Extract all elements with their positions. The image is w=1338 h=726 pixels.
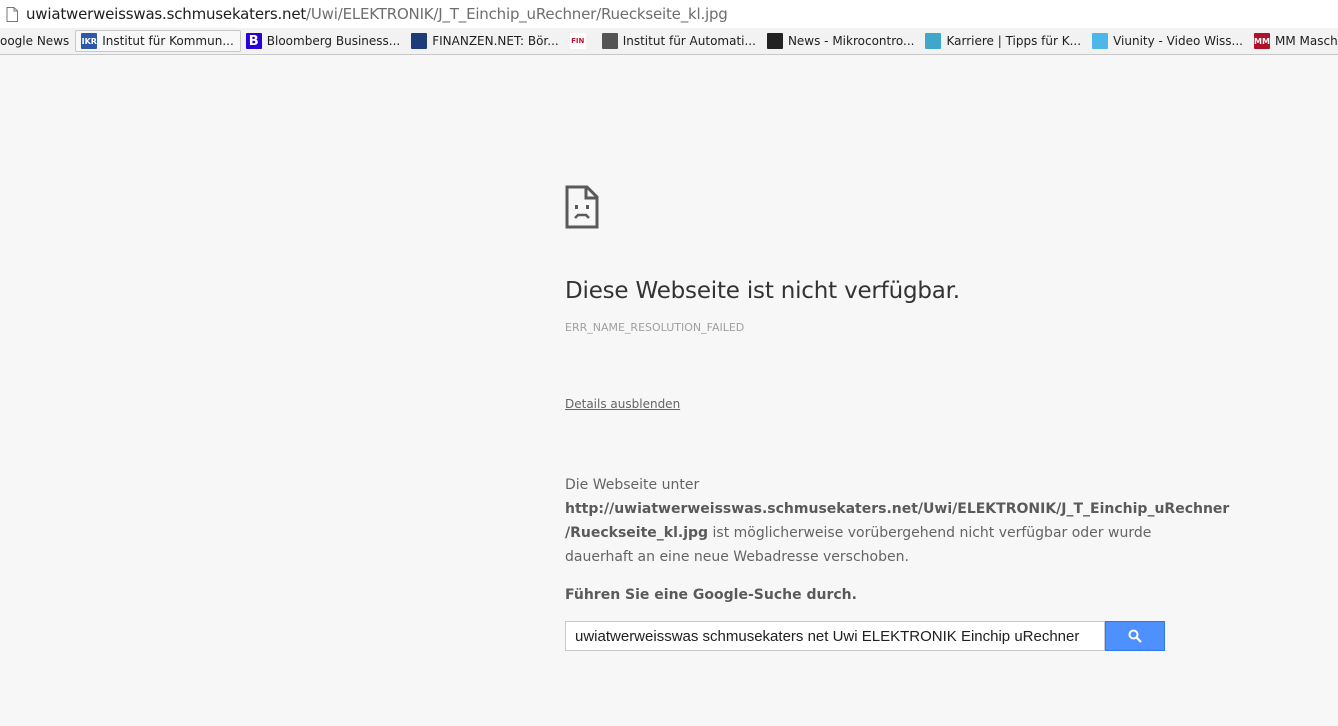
bookmark-item[interactable]: FIN (565, 30, 597, 52)
search-input[interactable] (565, 621, 1105, 651)
bookmark-item[interactable]: oogle News (0, 30, 75, 52)
search-form (565, 621, 1165, 651)
bookmark-label: oogle News (0, 34, 70, 48)
bookmark-label: Institut für Automati... (622, 34, 756, 48)
url-host: uwiatwerweisswas.schmusekaters.net (26, 5, 307, 23)
book-icon (925, 33, 942, 49)
url-text[interactable]: uwiatwerweisswas.schmusekaters.net/Uwi/E… (26, 5, 728, 23)
explain-prefix: Die Webseite unter (565, 477, 700, 493)
bookmark-label: MM MaschinenMar... (1275, 34, 1338, 48)
bookmark-label: Karriere | Tipps für K... (946, 34, 1082, 48)
bookmark-item[interactable]: B Bloomberg Business... (241, 30, 406, 52)
finanzen-icon (411, 33, 428, 49)
bookmark-item[interactable]: MM MM MaschinenMar... (1249, 30, 1338, 52)
mikrocontroller-icon (766, 33, 783, 49)
bookmark-item[interactable]: News - Mikrocontro... (762, 30, 921, 52)
search-hint: Führen Sie eine Google-Suche durch. (565, 587, 857, 603)
error-title: Diese Webseite ist nicht verfügbar. (565, 278, 960, 304)
page-icon (6, 6, 18, 22)
bookmark-item[interactable]: FINANZEN.NET: Bör... (406, 30, 564, 52)
search-button[interactable] (1105, 621, 1165, 651)
ikr-icon: IKR (81, 33, 98, 49)
error-code: ERR_NAME_RESOLUTION_FAILED (565, 321, 745, 334)
bookmark-label: Viunity - Video Wiss... (1113, 34, 1243, 48)
bookmarks-bar: oogle News IKR Institut für Kommun... B Bloo… (0, 28, 1338, 55)
viunity-icon (1092, 33, 1109, 49)
gear-icon (601, 33, 618, 49)
error-content: Diese Webseite ist nicht verfügbar. ERR_… (565, 185, 1229, 651)
bookmark-item[interactable]: IKR Institut für Kommun... (75, 30, 241, 52)
fin-icon: FIN (569, 33, 586, 49)
bookmark-label: Institut für Kommun... (102, 34, 234, 48)
bookmark-label: FINANZEN.NET: Bör... (432, 34, 559, 48)
bookmark-item[interactable]: Karriere | Tipps für K... (920, 30, 1087, 52)
details-toggle-link[interactable]: Details ausblenden (565, 397, 680, 411)
address-bar[interactable]: uwiatwerweisswas.schmusekaters.net/Uwi/E… (0, 0, 1338, 28)
search-icon (1128, 629, 1142, 643)
url-path: /Uwi/ELEKTRONIK/J_T_Einchip_uRechner/Rue… (306, 5, 728, 23)
error-explanation: Die Webseite unter http://uwiatwerweissw… (565, 473, 1229, 569)
bloomberg-icon: B (245, 33, 262, 49)
bookmark-item[interactable]: Viunity - Video Wiss... (1087, 30, 1249, 52)
bookmark-label: News - Mikrocontro... (787, 34, 915, 48)
mm-icon: MM (1254, 33, 1270, 49)
bookmark-item[interactable]: Institut für Automati... (597, 30, 762, 52)
sad-page-icon (565, 185, 599, 229)
bookmark-label: Bloomberg Business... (266, 34, 401, 48)
